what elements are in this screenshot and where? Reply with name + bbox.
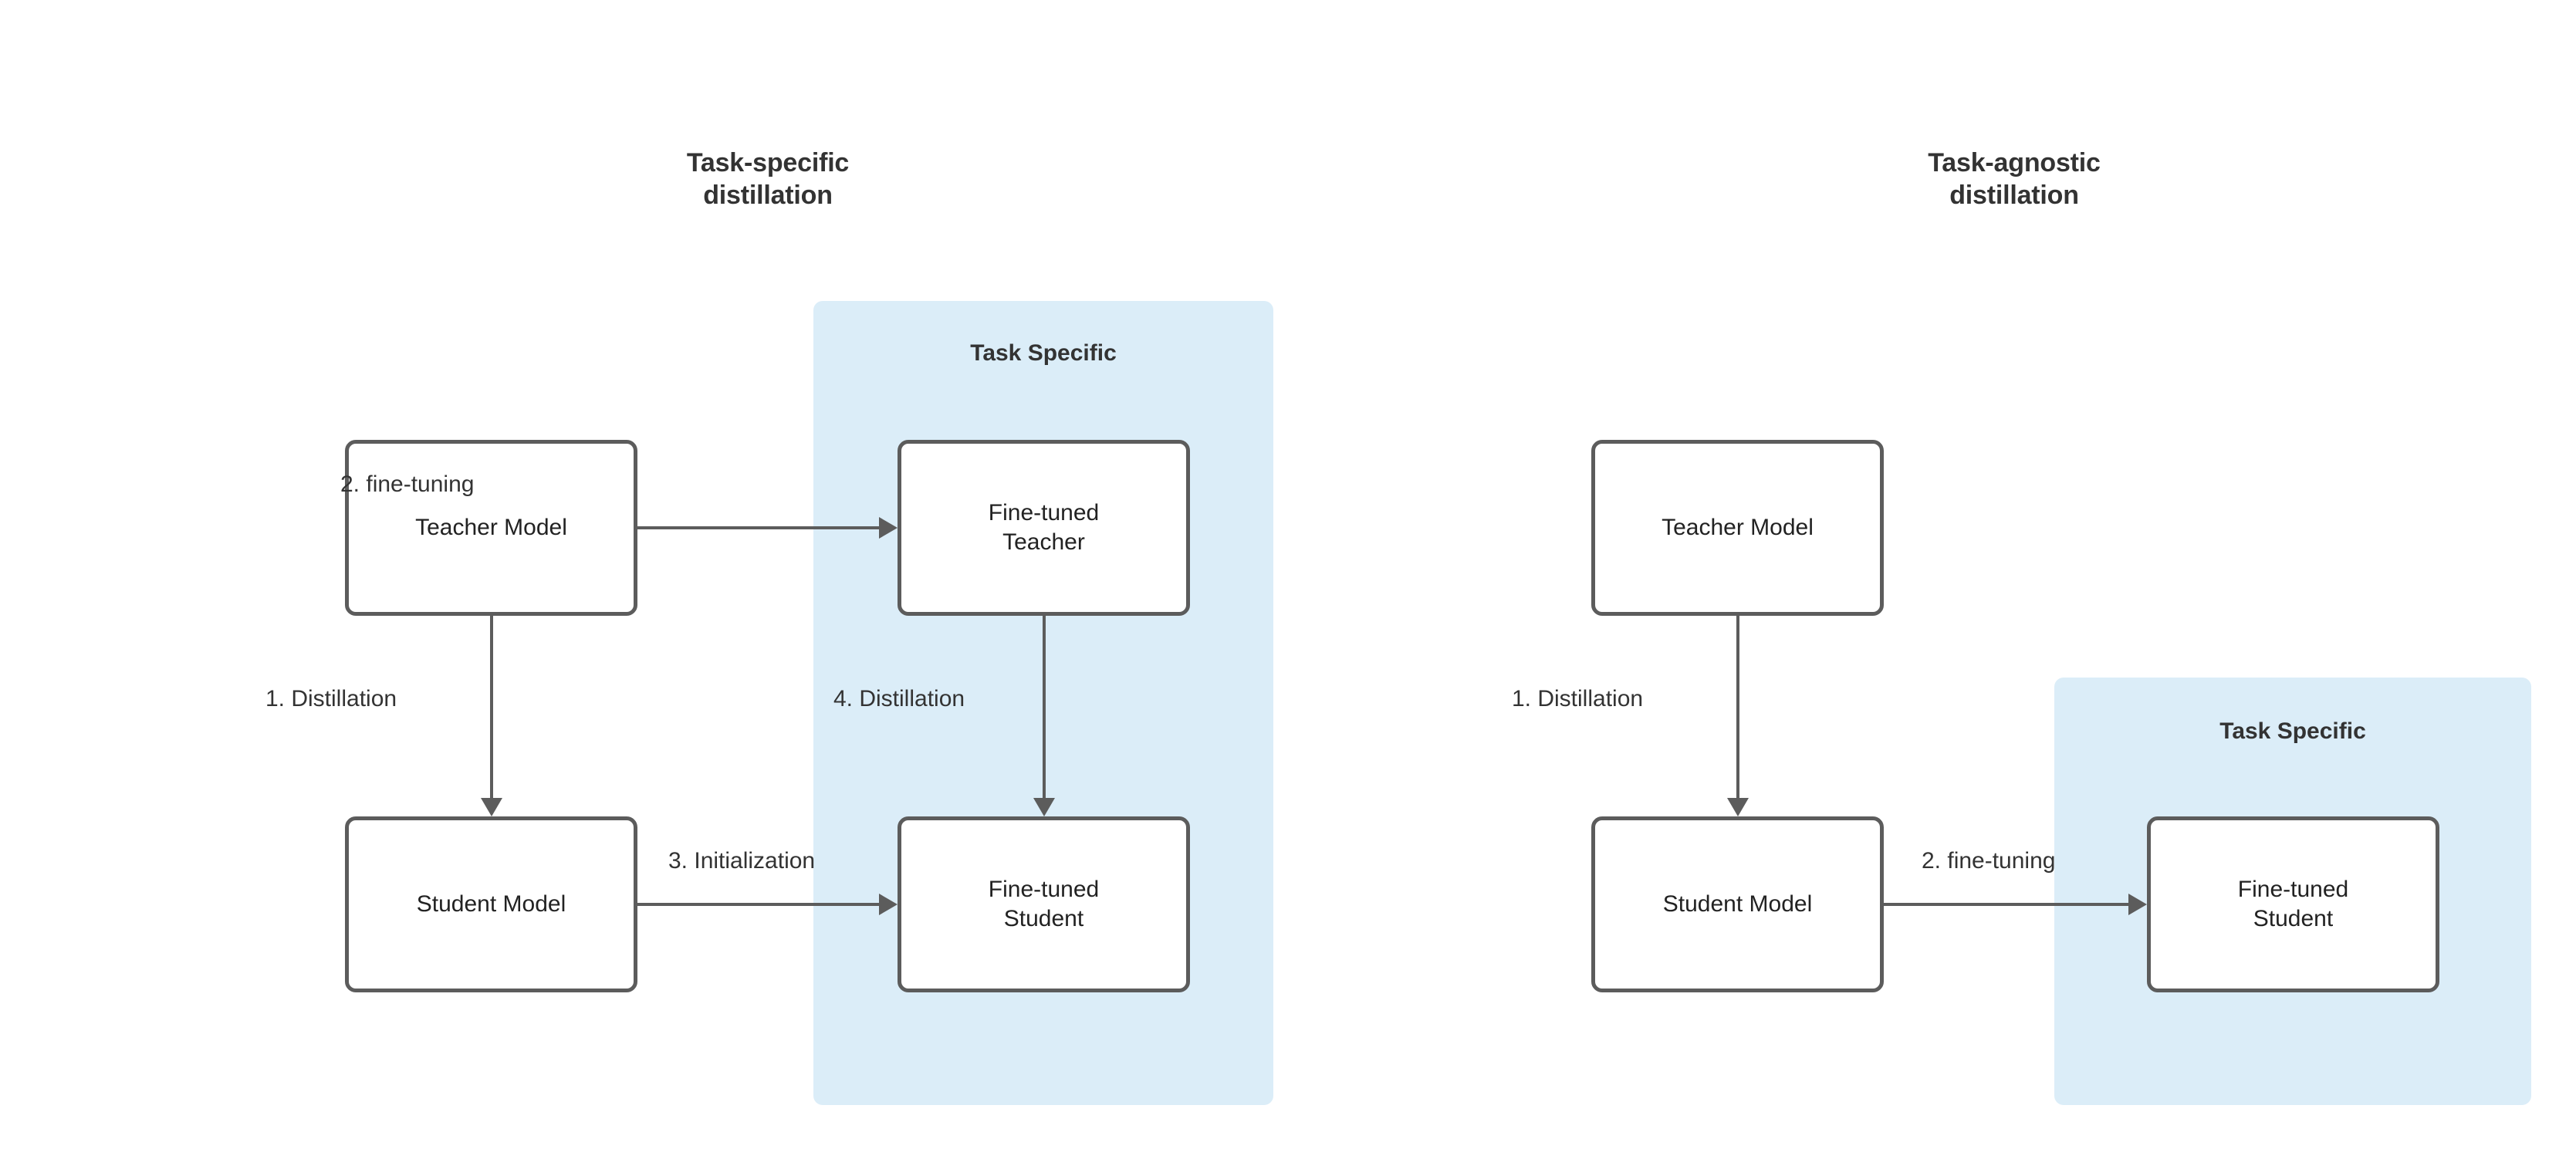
node-label: Fine-tuned Student: [2237, 877, 2349, 931]
node-student-model-right[interactable]: Student Model: [1591, 816, 1884, 992]
edge-label-left-distillation: 1. Distillation: [265, 686, 397, 711]
node-label: Fine-tuned Teacher: [988, 500, 1100, 555]
diagram-canvas: Task-specific distillation Task Specific…: [0, 0, 2576, 1166]
node-teacher-model-left[interactable]: Teacher Model: [345, 440, 637, 616]
right-group-label-task-specific: Task Specific: [2219, 718, 2366, 744]
node-label: Fine-tuned Student: [988, 877, 1100, 931]
node-label: Teacher Model: [415, 515, 567, 540]
right-panel-title: Task-agnostic distillation: [1928, 148, 2101, 210]
node-label: Teacher Model: [1662, 515, 1814, 540]
node-student-model-left[interactable]: Student Model: [345, 816, 637, 992]
edge-label-left-initialization: 3. Initialization: [668, 848, 816, 874]
node-label: Student Model: [416, 891, 566, 917]
edge-label-left-fine-tuning: 2. fine-tuning: [340, 471, 475, 497]
node-fine-tuned-student-left[interactable]: Fine-tuned Student: [898, 816, 1190, 992]
node-fine-tuned-student-right[interactable]: Fine-tuned Student: [2147, 816, 2439, 992]
node-label: Student Model: [1662, 891, 1813, 917]
edge-label-right-fine-tuning: 2. fine-tuning: [1922, 848, 2056, 874]
edge-label-left-distillation-2: 4. Distillation: [833, 686, 965, 711]
edge-label-right-distillation: 1. Distillation: [1512, 686, 1644, 711]
node-teacher-model-right[interactable]: Teacher Model: [1591, 440, 1884, 616]
connector-left-teacher-to-student: [481, 616, 502, 816]
node-fine-tuned-teacher-left[interactable]: Fine-tuned Teacher: [898, 440, 1190, 616]
left-panel-title: Task-specific distillation: [686, 148, 850, 210]
connector-right-teacher-to-student: [1727, 616, 1749, 816]
left-group-label-task-specific: Task Specific: [970, 340, 1117, 366]
